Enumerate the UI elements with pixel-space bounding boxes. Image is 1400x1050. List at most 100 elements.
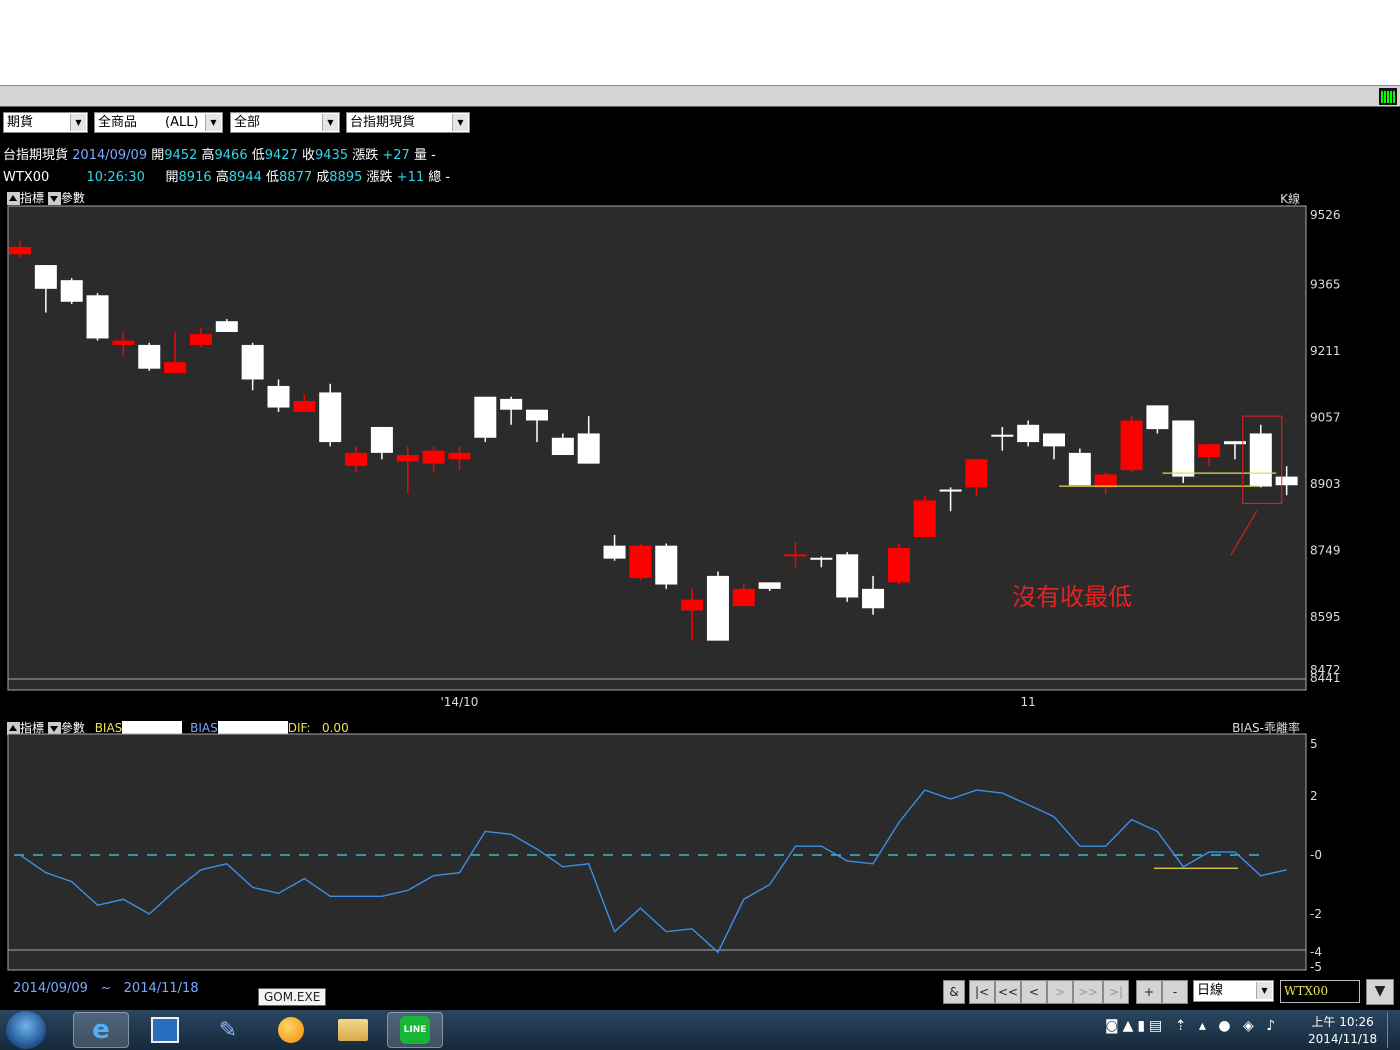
show-desktop-button[interactable] (1387, 1012, 1400, 1048)
candle-body (681, 599, 704, 611)
zoom-out-button[interactable]: - (1162, 980, 1188, 1004)
chevron-down-icon: ▼ (452, 114, 468, 131)
period-select[interactable]: 日線 ▼ (1193, 980, 1274, 1002)
taskbar-tooltip: GOM.EXE (258, 988, 327, 1006)
category-select[interactable]: 全部 ▼ (230, 112, 340, 133)
chevron-down-icon[interactable]: ▼ (1366, 979, 1394, 1005)
candle-body (939, 489, 962, 492)
candle-body (862, 588, 885, 609)
candle-body (293, 401, 316, 412)
window-title-bar (0, 85, 1400, 107)
candle-body (422, 450, 445, 464)
high-label: 高 (215, 170, 229, 185)
open-value: 8916 (178, 170, 212, 185)
candle-body (732, 588, 755, 607)
candle-body (913, 500, 936, 538)
candle-body (629, 545, 652, 579)
candle-body (138, 344, 161, 369)
bottom-status-bar (0, 975, 1400, 1010)
first-button[interactable]: |< (969, 980, 995, 1004)
high-value: 9466 (214, 148, 248, 163)
candle-body (887, 547, 910, 583)
candle-body (215, 321, 238, 332)
symbol-input[interactable]: WTX00 (1280, 980, 1360, 1003)
candle-body (1249, 433, 1272, 487)
bias-y-tick-label: -2 (1310, 907, 1322, 921)
zoom-in-button[interactable]: + (1136, 980, 1162, 1004)
low-label: 低 (266, 170, 280, 185)
candle-body (577, 433, 600, 464)
low-value: 9427 (264, 148, 298, 163)
volume-value: - (431, 148, 436, 163)
symbol-select[interactable]: 台指期現貨 ▼ (346, 112, 470, 133)
chevron-down-icon: ▼ (70, 114, 86, 131)
y-tick-label: 8595 (1310, 610, 1341, 624)
line-taskbar-button[interactable]: LINE (387, 1012, 443, 1048)
pen-app-taskbar-button[interactable]: ✎ (200, 1012, 256, 1048)
close-value: 8895 (329, 170, 363, 185)
prev-page-button[interactable]: << (995, 980, 1021, 1004)
start-orb-icon[interactable] (6, 1011, 46, 1049)
y-tick-label: 8903 (1310, 477, 1341, 491)
candle-body (706, 575, 729, 641)
explorer-taskbar-button[interactable] (325, 1012, 381, 1048)
candle-body (965, 459, 988, 488)
candle-body (991, 434, 1014, 437)
bias-plot-area (7, 733, 1307, 971)
candle-body (60, 280, 83, 302)
open-label: 開 (165, 170, 179, 185)
candle-body (319, 392, 342, 443)
date-to: 2014/11/18 (123, 981, 199, 996)
folder-icon (338, 1019, 368, 1041)
bias-y-tick-label: 2 (1310, 789, 1318, 803)
candle-body (500, 398, 523, 410)
grid-icon[interactable] (1379, 88, 1397, 105)
product-select-value: 全商品 (98, 115, 138, 130)
last-button[interactable]: >| (1103, 980, 1129, 1004)
product-select[interactable]: 全商品 (ALL) ▼ (94, 112, 223, 133)
clock-date: 2014/11/18 (1308, 1032, 1378, 1046)
change-value: +27 (382, 148, 410, 163)
system-tray-icons[interactable]: ◙▲▮▤ ⇡ ▴ ● ◈ ♪ (1105, 1018, 1279, 1034)
candle-body (448, 452, 471, 460)
chevron-down-icon: ▼ (322, 114, 338, 131)
y-tick-label: 9211 (1310, 344, 1341, 358)
screen-top-area (0, 0, 1400, 85)
candle-body (1120, 420, 1143, 471)
candle-body (86, 295, 109, 339)
open-value: 9452 (164, 148, 198, 163)
low-label: 低 (251, 148, 265, 163)
volume-label: 總 (428, 170, 442, 185)
candle-body (241, 344, 264, 380)
open-label: 開 (151, 148, 165, 163)
y-tick-label: 9526 (1310, 208, 1341, 222)
ie-taskbar-button[interactable]: e (73, 1012, 129, 1048)
system-clock[interactable]: 上午 10:26 2014/11/18 (1308, 1014, 1377, 1048)
prev-button[interactable]: < (1021, 980, 1047, 1004)
line-icon: LINE (400, 1016, 430, 1044)
bias-chart-title: BIAS-乖離率 (1232, 720, 1300, 735)
bias-y-tick-label: -4 (1310, 945, 1322, 959)
amp-button[interactable]: & (943, 980, 965, 1004)
chevron-down-icon: ▼ (1256, 982, 1272, 999)
market-select[interactable]: 期貨 ▼ (3, 112, 88, 133)
candle-body (112, 340, 135, 345)
bias-y-tick-label: 5 (1310, 737, 1318, 751)
gom-taskbar-button[interactable] (263, 1012, 319, 1048)
candle-body (189, 334, 212, 345)
next-button[interactable]: > (1047, 980, 1073, 1004)
y-tick-label: 9057 (1310, 410, 1341, 424)
candle-body (267, 385, 290, 408)
next-page-button[interactable]: >> (1073, 980, 1103, 1004)
candle-body (1017, 424, 1040, 443)
media-taskbar-button[interactable] (137, 1012, 193, 1048)
y-tick-label: 9365 (1310, 278, 1341, 292)
candle-body (1198, 444, 1221, 458)
close-label: 成 (316, 170, 330, 185)
close-label: 收 (301, 148, 315, 163)
quote-line-1: 台指期現貨 2014/09/09 開9452 高9466 低9427 收9435… (3, 144, 436, 163)
quote-time: 10:26:30 (86, 170, 145, 185)
candle-body (784, 554, 807, 557)
candle-body (655, 545, 678, 585)
market-select-value: 期貨 (7, 115, 34, 130)
